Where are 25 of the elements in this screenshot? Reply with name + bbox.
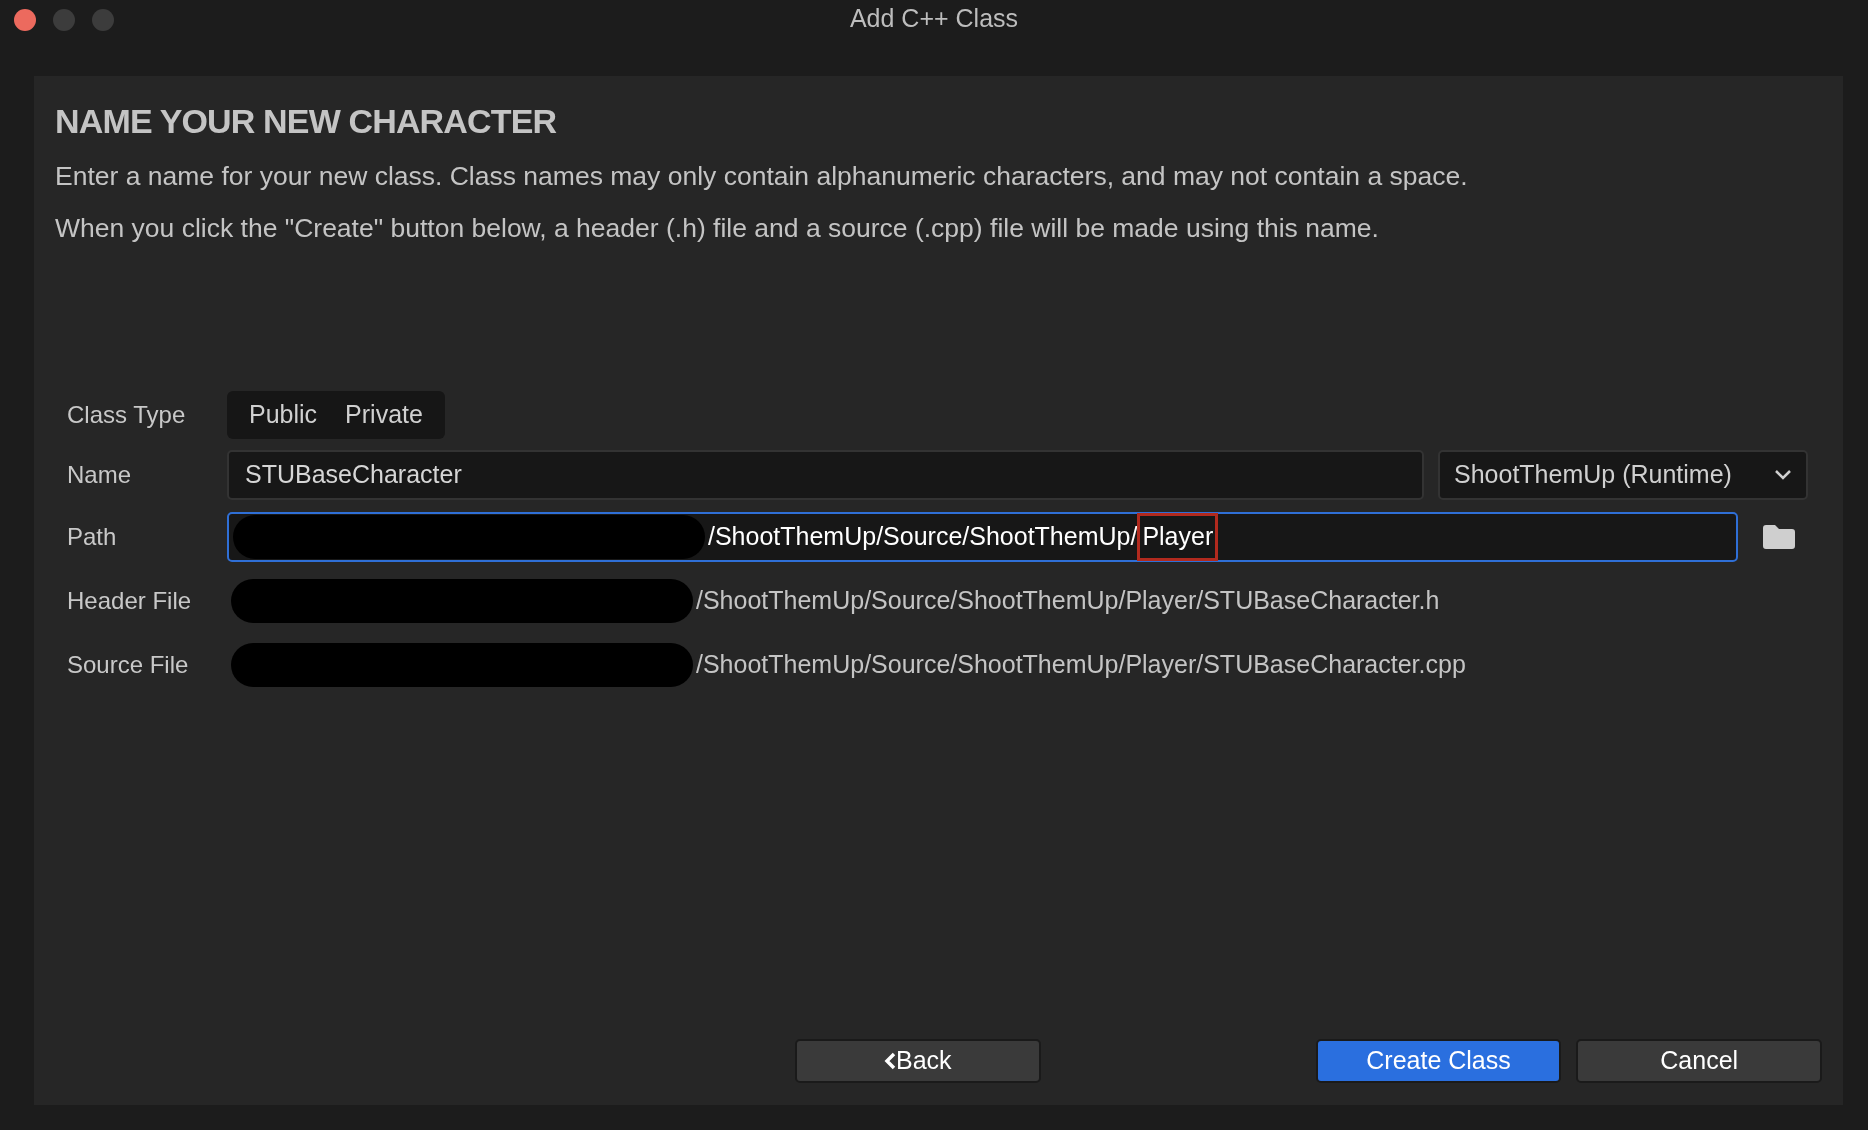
file-path-text: /ShootThemUp/Source/ShootThemUp/Player/STUBaseCharacter.h — [696, 584, 1440, 616]
highlighted-folder-text: Player — [1137, 512, 1219, 561]
field-label: Header File — [67, 585, 193, 616]
description-text: Enter a name for your new class. Class names may only contain alphanumeric characters, and may not contain a space. — [55, 160, 1469, 193]
close-window-button[interactable] — [14, 9, 36, 31]
field-label: Path — [67, 521, 118, 552]
path-text: /ShootThemUp/Source/ShootThemUp/ — [708, 520, 1138, 552]
cancel-button[interactable]: Cancel — [1576, 1039, 1822, 1083]
path-input-field[interactable]: /ShootThemUp/Source/ShootThemUp/ Player — [227, 511, 1738, 562]
field-label: Class Type — [67, 399, 187, 430]
window-title: Add C++ Class — [849, 3, 1019, 35]
folder-icon[interactable] — [1762, 523, 1796, 550]
create-class-button[interactable]: Create Class — [1315, 1039, 1562, 1083]
name-input-field[interactable]: STUBaseCharacter — [227, 449, 1424, 500]
back-button[interactable]: Back — [795, 1039, 1041, 1083]
chevron-left-icon — [884, 1052, 897, 1070]
page-heading: NAME YOUR NEW CHARACTER — [55, 101, 558, 142]
chevron-down-icon — [1774, 468, 1792, 481]
class-type-option[interactable]: Public — [235, 394, 332, 435]
file-path-text: /ShootThemUp/Source/ShootThemUp/Player/STUBaseCharacter.cpp — [696, 648, 1466, 680]
module-dropdown[interactable]: ShootThemUp (Runtime) — [1438, 449, 1808, 500]
field-label: Source File — [67, 649, 190, 680]
field-label: Name — [67, 459, 133, 490]
class-type-option[interactable]: Private — [331, 394, 437, 435]
description-text: When you click the "Create" button below, a header (.h) file and a source (.cpp) file will be made using this name. — [55, 211, 1380, 245]
